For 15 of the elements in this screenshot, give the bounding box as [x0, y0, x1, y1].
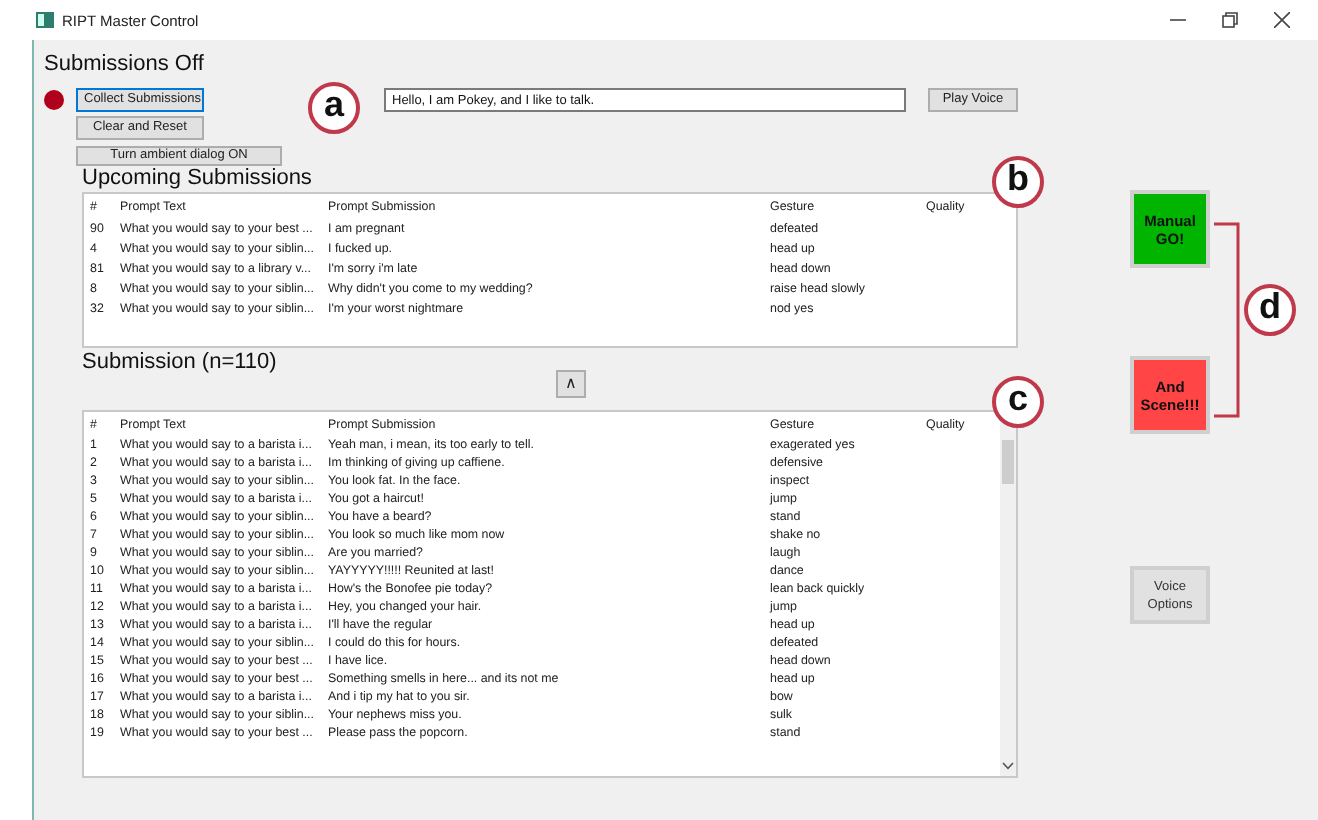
section-heading: Submission (n=110)	[82, 350, 279, 376]
scroll-down-icon[interactable]	[1002, 762, 1014, 770]
callout-label: d	[1244, 284, 1296, 336]
section-heading: Upcoming Submissions	[82, 166, 312, 192]
move-up-button[interactable]: ∧	[556, 370, 586, 398]
status-label: Submissions Off	[44, 50, 206, 78]
restore-icon[interactable]	[1222, 12, 1238, 28]
callout-label: c	[992, 376, 1044, 428]
close-icon[interactable]	[1274, 12, 1290, 28]
app-icon	[36, 12, 54, 28]
scrollbar-thumb[interactable]	[1002, 440, 1014, 484]
scrollbar[interactable]	[1000, 416, 1016, 776]
status-indicator	[44, 90, 64, 110]
callout-label: b	[992, 156, 1044, 208]
callout-label: a	[308, 82, 360, 134]
